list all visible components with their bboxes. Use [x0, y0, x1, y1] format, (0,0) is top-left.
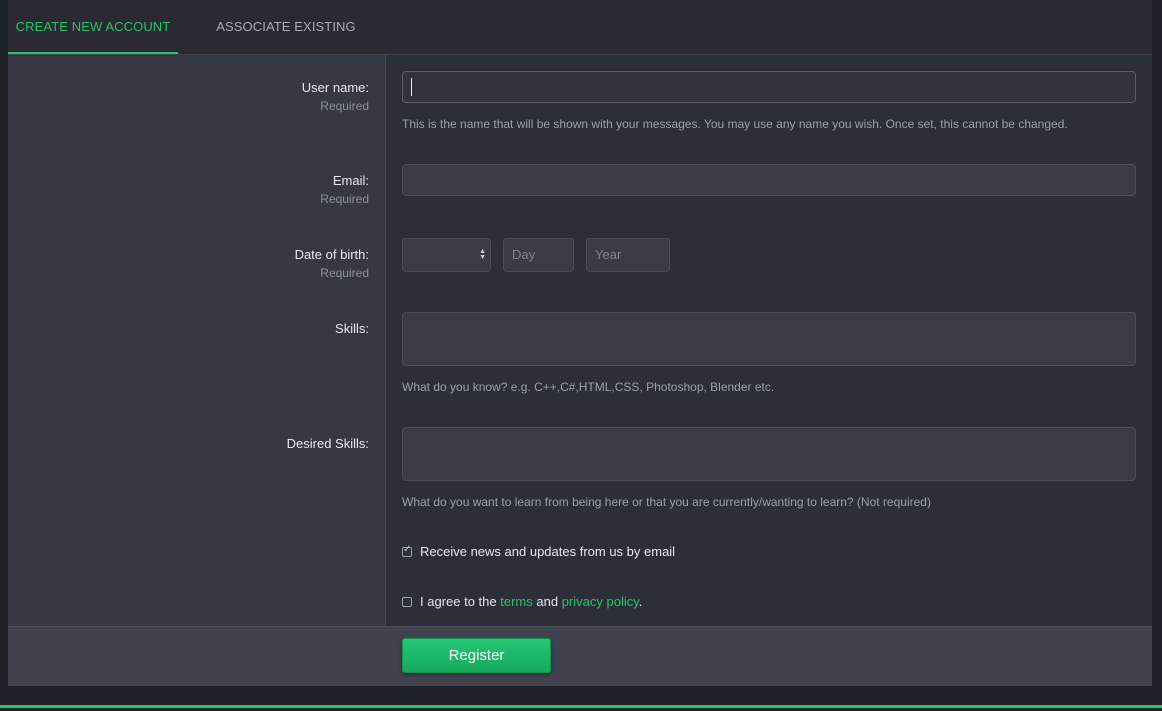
registration-panel: CREATE NEW ACCOUNT ASSOCIATE EXISTING AC… [8, 0, 1152, 686]
dob-day-input[interactable]: Day [503, 238, 574, 272]
field-column: This is the name that will be shown with… [386, 55, 1152, 626]
email-required: Required [320, 192, 369, 206]
agree-checkbox[interactable] [402, 597, 412, 607]
label-column: User name: Required Email: Required Date… [8, 55, 386, 626]
username-label: User name: [301, 80, 369, 95]
news-checkbox-label: Receive news and updates from us by emai… [420, 544, 676, 559]
dob-required: Required [320, 266, 369, 280]
day-placeholder: Day [512, 247, 536, 262]
email-label-block: Email: Required [320, 173, 369, 206]
skills-label: Skills: [335, 321, 369, 336]
dob-month-select[interactable]: ▲ ▼ [402, 238, 491, 272]
desired-skills-label: Desired Skills: [286, 436, 369, 451]
email-input[interactable] [402, 164, 1136, 196]
terms-link[interactable]: terms [500, 594, 533, 609]
skills-textarea[interactable] [402, 312, 1136, 366]
select-arrows-icon: ▲ ▼ [479, 248, 486, 261]
privacy-policy-link[interactable]: privacy policy [562, 594, 639, 609]
year-placeholder: Year [595, 247, 622, 262]
email-label: Email: [332, 173, 369, 188]
username-label-block: User name: Required [302, 80, 369, 113]
register-button[interactable]: Register [402, 638, 551, 673]
news-checkbox-row[interactable]: ✓ Receive news and updates from us by ema… [402, 544, 675, 559]
text-caret [411, 78, 412, 96]
dob-label-block: Date of birth: Required [295, 247, 369, 280]
dob-label: Date of birth: [294, 247, 369, 262]
dob-year-input[interactable]: Year [586, 238, 670, 272]
skills-hint: What do you know? e.g. C++,C#,HTML,CSS, … [402, 380, 775, 394]
desired-skills-hint: What do you want to learn from being her… [402, 495, 931, 509]
username-input[interactable] [402, 71, 1136, 103]
agree-suffix: . [638, 594, 643, 609]
desired-skills-label-block: Desired Skills: [287, 436, 369, 451]
username-required: Required [320, 99, 369, 113]
desired-skills-textarea[interactable] [402, 427, 1136, 481]
agree-checkbox-row[interactable]: I agree to the terms and privacy policy. [402, 594, 642, 609]
tab-associate-existing-account[interactable]: ASSOCIATE EXISTING ACCOUNT [194, 0, 378, 88]
skills-label-block: Skills: [335, 321, 369, 336]
checkmark-icon: ✓ [403, 544, 412, 555]
tab-create-new-account[interactable]: CREATE NEW ACCOUNT [8, 0, 178, 54]
form-footer: Register [8, 626, 1152, 686]
username-hint: This is the name that will be shown with… [402, 117, 1068, 131]
news-checkbox[interactable]: ✓ [402, 544, 412, 557]
agree-prefix: I agree to the [420, 594, 497, 609]
account-tabs: CREATE NEW ACCOUNT ASSOCIATE EXISTING AC… [8, 0, 1152, 88]
bottom-accent-line [0, 705, 1162, 708]
agree-and: and [536, 594, 559, 609]
